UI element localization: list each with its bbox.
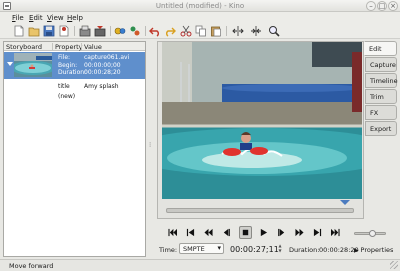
menu-file[interactable]: File xyxy=(12,14,24,22)
join-scenes-icon[interactable] xyxy=(250,25,262,37)
undo-icon[interactable] xyxy=(149,25,161,37)
zoom-icon[interactable] xyxy=(268,25,280,37)
properties-button[interactable]: ▶ Properties xyxy=(354,246,393,254)
stop-button[interactable] xyxy=(239,226,252,239)
export-icon[interactable] xyxy=(94,25,106,37)
video-frame-area xyxy=(157,41,364,219)
save-icon[interactable] xyxy=(43,25,55,37)
playhead-marker[interactable] xyxy=(340,200,350,205)
menu-bar: File Edit View Help xyxy=(0,12,400,23)
next-scene-button[interactable] xyxy=(311,226,324,239)
toolbar-separator xyxy=(110,26,111,36)
title-bar[interactable]: Untitled (modified) - Kino – □ × xyxy=(0,0,400,12)
position-scrubber[interactable] xyxy=(166,208,354,213)
resize-grip-icon[interactable] xyxy=(390,261,398,269)
fast-forward-button[interactable] xyxy=(293,226,306,239)
maximize-icon[interactable]: □ xyxy=(377,1,387,11)
close-icon[interactable]: × xyxy=(388,1,398,11)
side-tabs: Edit Capture Timeline Trim FX Export xyxy=(364,41,398,219)
storyboard-panel: Storyboard Property Value File: capture0… xyxy=(3,41,146,257)
tab-trim[interactable]: Trim xyxy=(365,89,397,104)
rewind-button[interactable] xyxy=(202,226,215,239)
expander-arrow-icon[interactable] xyxy=(7,62,13,66)
tab-export[interactable]: Export xyxy=(365,121,397,136)
start-of-movie-button[interactable] xyxy=(166,226,179,239)
previous-scene-button[interactable] xyxy=(184,226,197,239)
menu-view[interactable]: View xyxy=(47,14,64,22)
storyboard-header: Storyboard Property Value xyxy=(4,42,145,51)
column-storyboard[interactable]: Storyboard xyxy=(6,43,42,51)
volume-slider[interactable] xyxy=(354,230,386,237)
publish-icon[interactable] xyxy=(79,25,91,37)
open-icon[interactable] xyxy=(28,25,40,37)
tab-edit[interactable]: Edit xyxy=(364,41,397,56)
toolbar-separator xyxy=(145,26,146,36)
timecode-spinner[interactable]: ▲ ▼ xyxy=(277,243,283,254)
toolbar-separator xyxy=(226,26,227,36)
tab-timeline[interactable]: Timeline xyxy=(365,73,398,88)
video-preview[interactable] xyxy=(162,42,362,199)
redo-icon[interactable] xyxy=(164,25,176,37)
effects-icon[interactable] xyxy=(114,25,126,37)
tab-fx[interactable]: FX xyxy=(365,105,397,120)
time-format-select[interactable]: SMPTE xyxy=(179,243,224,254)
toolbar-separator xyxy=(74,26,75,36)
column-value[interactable]: Value xyxy=(84,43,102,51)
status-text: Move forward xyxy=(9,262,54,270)
tab-capture[interactable]: Capture xyxy=(365,57,397,72)
toolbar xyxy=(0,23,400,39)
forward-frame-button[interactable] xyxy=(275,226,288,239)
save-frame-icon[interactable] xyxy=(58,25,70,37)
clip-thumbnail xyxy=(14,53,52,77)
playback-controls: Time: SMPTE 00:00:27;11 ▲▼ Duration: 00:… xyxy=(157,222,397,258)
duration-value: 00:00:28:20 xyxy=(319,246,359,254)
timecode-display: 00:00:27;11 xyxy=(230,245,279,254)
menu-edit[interactable]: Edit xyxy=(29,14,43,22)
window-title: Untitled (modified) - Kino xyxy=(155,2,245,10)
pane-separator-handle[interactable] xyxy=(148,41,154,257)
volume-slider-knob[interactable] xyxy=(369,230,376,237)
time-label: Time: xyxy=(159,246,178,254)
back-frame-button[interactable] xyxy=(220,226,233,239)
storyboard-clip-row[interactable]: File: capture061.avi Begin: 00:00:00;00 … xyxy=(4,52,145,79)
play-button[interactable] xyxy=(257,226,270,239)
minimize-icon[interactable]: – xyxy=(366,1,376,11)
copy-icon[interactable] xyxy=(195,25,207,37)
end-of-movie-button[interactable] xyxy=(329,226,342,239)
column-property[interactable]: Property xyxy=(55,43,83,51)
new-icon[interactable] xyxy=(13,25,25,37)
clip-title-value[interactable]: Amy splash xyxy=(84,83,119,90)
duration-label: Duration: xyxy=(289,246,320,254)
cut-icon[interactable] xyxy=(180,25,192,37)
status-bar: Move forward xyxy=(0,259,400,271)
capture-icon[interactable] xyxy=(129,25,141,37)
split-scene-icon[interactable] xyxy=(232,25,244,37)
paste-icon[interactable] xyxy=(210,25,222,37)
menu-help[interactable]: Help xyxy=(67,14,83,22)
